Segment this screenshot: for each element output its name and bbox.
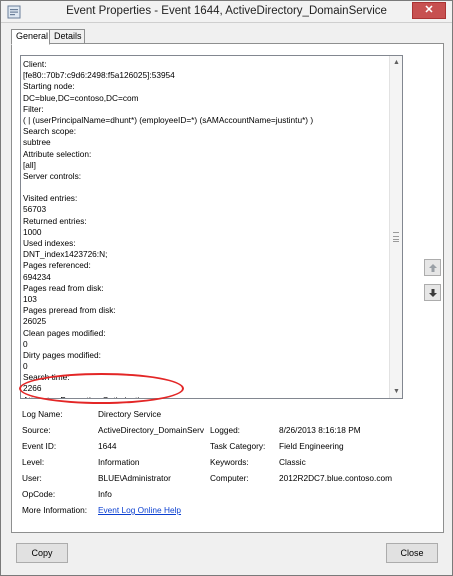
description-line: Starting node: <box>23 81 75 92</box>
opcode-label: OpCode: <box>22 489 56 499</box>
log-name-label: Log Name: <box>22 409 63 419</box>
previous-event-button[interactable] <box>424 259 441 276</box>
tab-details[interactable]: Details <box>49 29 85 44</box>
up-arrow-icon <box>429 264 437 272</box>
description-line: Attributes Preventing Optimization: <box>23 395 389 398</box>
description-line: 0 <box>23 338 28 349</box>
event-log-online-help-link[interactable]: Event Log Online Help <box>98 504 181 516</box>
description-line: DNT_index1423726:N; <box>23 249 108 260</box>
close-button[interactable]: Close <box>386 543 438 563</box>
opcode-value: Info <box>98 489 112 499</box>
tab-general[interactable]: General <box>11 29 50 45</box>
logged-value: 8/26/2013 8:16:18 PM <box>279 425 361 435</box>
description-line: Server controls: <box>23 170 82 181</box>
description-line: Pages read from disk: <box>23 282 104 293</box>
description-line: Filter: <box>23 103 44 114</box>
scrollbar-grip-icon[interactable] <box>393 232 399 242</box>
description-scrollbar[interactable]: ▲ ▼ <box>389 56 402 398</box>
description-line: Search time: <box>23 372 70 383</box>
computer-value: 2012R2DC7.blue.contoso.com <box>279 473 392 483</box>
down-arrow-icon <box>429 289 437 297</box>
description-line: Clean pages modified: <box>23 327 106 338</box>
keywords-label: Keywords: <box>210 457 249 467</box>
user-label: User: <box>22 473 42 483</box>
scroll-up-arrow-icon[interactable]: ▲ <box>392 58 401 67</box>
source-value: ActiveDirectory_DomainServ <box>98 425 205 435</box>
event-properties-window: Event Properties - Event 1644, ActiveDir… <box>0 0 453 576</box>
description-line: DC=blue,DC=contoso,DC=com <box>23 92 139 103</box>
description-line: 1000 <box>23 226 42 237</box>
description-line: 26025 <box>23 316 47 327</box>
task-category-value: Field Engineering <box>279 441 344 451</box>
close-icon: ✕ <box>424 4 434 16</box>
scroll-down-arrow-icon[interactable]: ▼ <box>392 387 401 396</box>
description-line: Used indexes: <box>23 238 76 248</box>
description-line: Client: <box>23 59 47 69</box>
description-line: Attribute selection: <box>23 148 92 159</box>
description-line: Returned entries: <box>23 215 87 226</box>
description-line: 694234 <box>23 271 51 282</box>
description-line: [all] <box>23 159 36 170</box>
description-line: 0 <box>23 361 28 372</box>
description-line: Search scope: <box>23 126 77 137</box>
user-value: BLUE\Administrator <box>98 473 171 483</box>
next-event-button[interactable] <box>424 284 441 301</box>
source-label: Source: <box>22 425 51 435</box>
event-id-value: 1644 <box>98 441 117 451</box>
description-line <box>23 182 389 193</box>
event-id-label: Event ID: <box>22 441 57 451</box>
description-line: Visited entries: <box>23 193 78 204</box>
keywords-value: Classic <box>279 457 306 467</box>
description-line: 56703 <box>23 204 47 215</box>
log-name-value: Directory Service <box>98 409 162 419</box>
event-description-textbox[interactable]: Client: [fe80::70b7:c9d6:2498:f5a126025]:… <box>20 55 403 399</box>
description-line: Pages referenced: <box>23 260 91 271</box>
description-line: ( | (userPrincipalName=dhunt*) (employee… <box>23 114 314 125</box>
description-line: [fe80::70b7:c9d6:2498:f5a126025]:53954 <box>23 70 175 81</box>
description-line: 2266 <box>23 383 42 394</box>
description-line: Dirty pages modified: <box>23 349 101 360</box>
general-tab-panel: Client: [fe80::70b7:c9d6:2498:f5a126025]:… <box>11 43 444 533</box>
level-label: Level: <box>22 457 45 467</box>
level-value: Information <box>98 457 140 467</box>
description-line: 103 <box>23 293 37 304</box>
task-category-label: Task Category: <box>210 441 266 451</box>
computer-label: Computer: <box>210 473 249 483</box>
window-title: Event Properties - Event 1644, ActiveDir… <box>66 5 387 17</box>
description-line: Pages preread from disk: <box>23 305 116 316</box>
event-description-text: Client: [fe80::70b7:c9d6:2498:f5a126025]:… <box>23 59 389 398</box>
title-bar[interactable]: Event Properties - Event 1644, ActiveDir… <box>1 1 452 23</box>
more-information-label: More Information: <box>22 505 88 515</box>
logged-label: Logged: <box>210 425 240 435</box>
description-line: subtree <box>23 137 51 148</box>
close-window-button[interactable]: ✕ <box>412 2 446 19</box>
copy-button[interactable]: Copy <box>16 543 68 563</box>
